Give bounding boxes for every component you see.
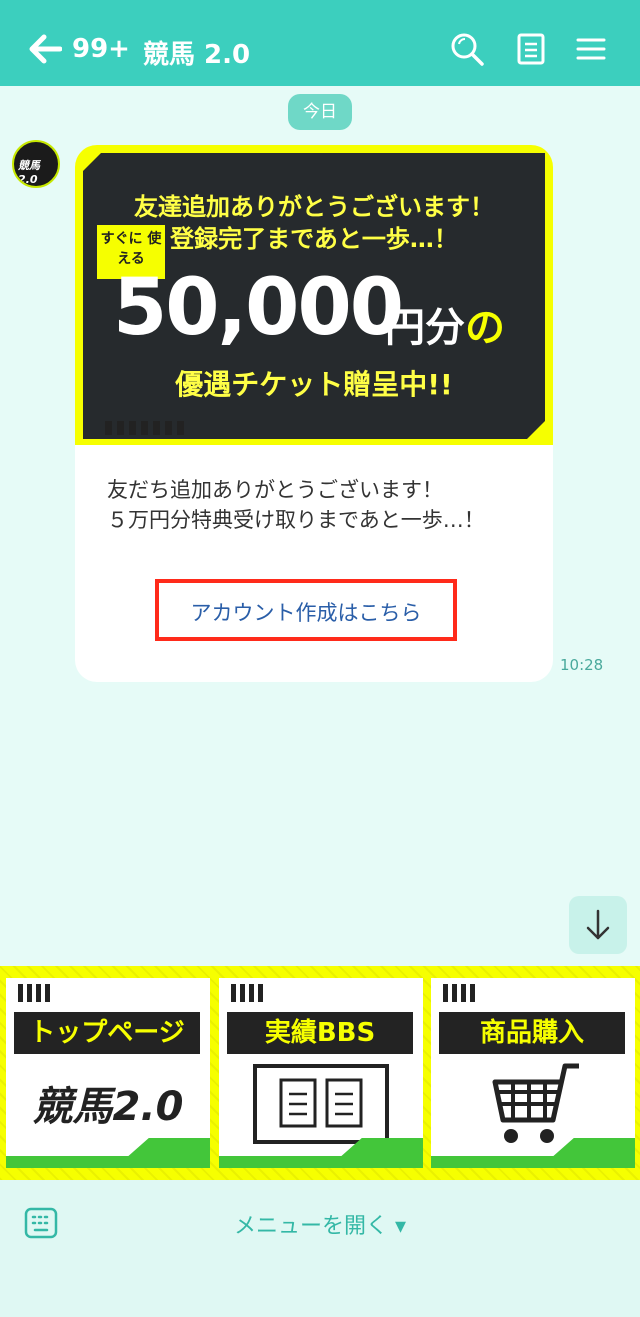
rich-menu-label-bbs: 実績BBS bbox=[227, 1012, 413, 1054]
card-stripes bbox=[443, 984, 479, 1002]
rich-menu-label-top: トップページ bbox=[14, 1012, 200, 1054]
rich-menu: トップページ 競馬2.0 実績BBS 商品購入 bbox=[0, 966, 640, 1180]
back-arrow-icon[interactable] bbox=[28, 34, 62, 64]
create-account-link[interactable]: アカウント作成はこちら bbox=[159, 597, 453, 627]
message-timestamp: 10:28 bbox=[560, 656, 604, 674]
rich-menu-item-bbs[interactable]: 実績BBS bbox=[219, 978, 423, 1168]
banner-unit-suffix: の bbox=[465, 305, 505, 351]
arrow-down-icon bbox=[586, 909, 610, 940]
search-icon[interactable] bbox=[450, 32, 484, 66]
promo-banner[interactable]: 友達追加ありがとうございます！ 登録完了まであと一歩…！ すぐに 使える 50,… bbox=[75, 145, 553, 445]
banner-line1: 友達追加ありがとうございます！ bbox=[134, 193, 494, 221]
avatar[interactable]: 競馬2.0 bbox=[12, 140, 60, 188]
avatar-logo: 競馬2.0 bbox=[18, 159, 40, 186]
chat-header: 99+ 競馬 2.0 bbox=[0, 0, 640, 86]
banner-unit: 円分の bbox=[385, 295, 505, 353]
rich-menu-label-shop: 商品購入 bbox=[439, 1012, 625, 1054]
rich-menu-item-top[interactable]: トップページ 競馬2.0 bbox=[6, 978, 210, 1168]
message-body: 友だち追加ありがとうございます！ ５万円分特典受け取りまであと一歩…！ bbox=[107, 478, 485, 532]
scroll-down-button[interactable] bbox=[569, 896, 627, 954]
open-menu-toggle[interactable]: メニューを開く ▾ bbox=[0, 1208, 640, 1240]
banner-line3: 優遇チケット贈呈中!! bbox=[175, 368, 453, 401]
menu-icon[interactable] bbox=[574, 32, 608, 66]
bulletin-board-icon bbox=[253, 1064, 389, 1144]
banner-amount: 50,000 bbox=[113, 263, 404, 353]
bottom-bar: メニューを開く ▾ bbox=[0, 1180, 640, 1317]
chat-title: 競馬 2.0 bbox=[143, 40, 251, 70]
banner-stripes bbox=[105, 421, 185, 435]
rich-menu-item-shop[interactable]: 商品購入 bbox=[431, 978, 635, 1168]
card-accent bbox=[6, 1138, 210, 1168]
shopping-cart-icon bbox=[492, 1063, 579, 1143]
message-bubble: 友達追加ありがとうございます！ 登録完了まであと一歩…！ すぐに 使える 50,… bbox=[75, 145, 553, 682]
date-separator: 今日 bbox=[288, 94, 352, 130]
banner-unit-text: 円分 bbox=[385, 305, 465, 351]
notes-icon[interactable] bbox=[514, 32, 548, 66]
create-account-highlight: アカウント作成はこちら bbox=[155, 579, 457, 641]
card-stripes bbox=[18, 984, 54, 1002]
unread-count: 99+ bbox=[72, 34, 130, 64]
rich-menu-logo: 競馬2.0 bbox=[32, 1084, 184, 1130]
card-stripes bbox=[231, 984, 267, 1002]
message-text: 友だち追加ありがとうございます！ ５万円分特典受け取りまであと一歩…！ bbox=[107, 475, 527, 535]
